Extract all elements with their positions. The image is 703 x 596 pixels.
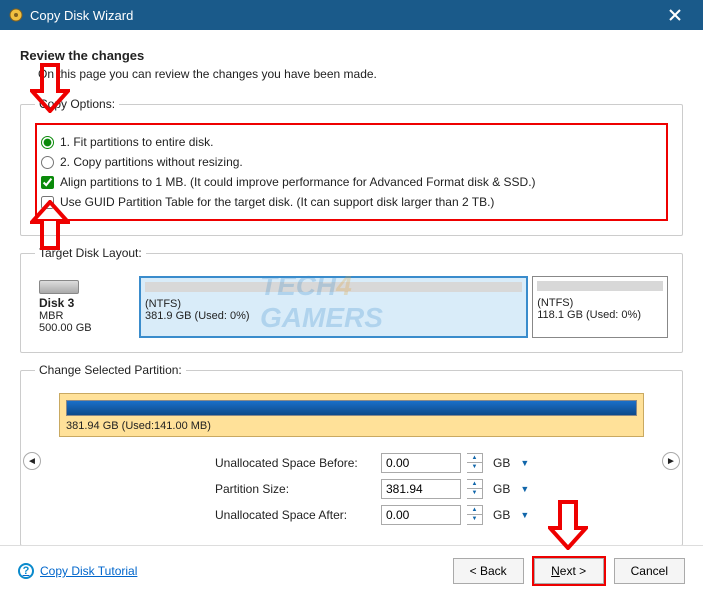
window-title: Copy Disk Wizard: [30, 8, 655, 23]
check-align-1mb-label: Align partitions to 1 MB. (It could impr…: [60, 175, 536, 189]
page-desc: On this page you can review the changes …: [38, 67, 683, 81]
copy-options-group: Copy Options: 1. Fit partitions to entir…: [20, 97, 683, 236]
partition-2-info: 118.1 GB (Used: 0%): [537, 309, 663, 321]
footer: ? Copy Disk Tutorial < Back Next > Cance…: [0, 545, 703, 596]
page-title: Review the changes: [20, 48, 683, 63]
check-align-1mb[interactable]: [41, 176, 54, 189]
help-link-label: Copy Disk Tutorial: [40, 564, 137, 578]
change-partition-legend: Change Selected Partition:: [35, 363, 186, 377]
nav-next-button[interactable]: ►: [662, 452, 680, 470]
radio-fit-entire[interactable]: [41, 136, 54, 149]
partition-size-input[interactable]: [381, 479, 461, 499]
partition-slider-info: 381.94 GB (Used:141.00 MB): [66, 420, 637, 432]
partition-slider[interactable]: 381.94 GB (Used:141.00 MB): [59, 393, 644, 437]
partition-1[interactable]: (NTFS) 381.9 GB (Used: 0%): [139, 276, 528, 338]
partition-2-fs: (NTFS): [537, 297, 663, 309]
disk-icon: [39, 280, 79, 294]
partition-size-label: Partition Size:: [215, 482, 375, 496]
annotation-arrow-up-icon: [30, 200, 70, 250]
unit-label: GB: [493, 456, 510, 470]
disk-size: 500.00 GB: [39, 322, 131, 334]
nav-prev-button[interactable]: ◄: [23, 452, 41, 470]
app-icon: [8, 7, 24, 23]
check-guid-label: Use GUID Partition Table for the target …: [60, 195, 494, 209]
next-button[interactable]: Next >: [534, 558, 604, 584]
close-button[interactable]: [655, 0, 695, 30]
partition-1-info: 381.9 GB (Used: 0%): [145, 310, 522, 322]
partition-size-spinner[interactable]: ▲▼: [467, 479, 483, 499]
space-before-spinner[interactable]: ▲▼: [467, 453, 483, 473]
disk-name: Disk 3: [39, 296, 131, 310]
unit-dropdown-icon[interactable]: ▼: [520, 484, 529, 494]
radio-no-resize-label: 2. Copy partitions without resizing.: [60, 155, 243, 169]
help-icon: ?: [18, 563, 34, 579]
radio-fit-entire-label: 1. Fit partitions to entire disk.: [60, 135, 213, 149]
back-button[interactable]: < Back: [453, 558, 524, 584]
disk-type: MBR: [39, 310, 131, 322]
highlighted-next: Next >: [532, 556, 606, 586]
space-after-input[interactable]: [381, 505, 461, 525]
partition-1-fs: (NTFS): [145, 298, 522, 310]
space-before-input[interactable]: [381, 453, 461, 473]
unit-dropdown-icon[interactable]: ▼: [520, 458, 529, 468]
partition-2[interactable]: (NTFS) 118.1 GB (Used: 0%): [532, 276, 668, 338]
help-link[interactable]: ? Copy Disk Tutorial: [18, 563, 137, 579]
radio-no-resize[interactable]: [41, 156, 54, 169]
titlebar: Copy Disk Wizard: [0, 0, 703, 30]
unit-label: GB: [493, 482, 510, 496]
cancel-button[interactable]: Cancel: [614, 558, 685, 584]
space-after-label: Unallocated Space After:: [215, 508, 375, 522]
space-before-label: Unallocated Space Before:: [215, 456, 375, 470]
disk-info: Disk 3 MBR 500.00 GB: [35, 276, 135, 338]
space-after-spinner[interactable]: ▲▼: [467, 505, 483, 525]
unit-label: GB: [493, 508, 510, 522]
annotation-arrow-down-icon: [548, 500, 588, 550]
annotation-arrow-down-icon: [30, 63, 70, 113]
highlighted-options: 1. Fit partitions to entire disk. 2. Cop…: [35, 123, 668, 221]
unit-dropdown-icon[interactable]: ▼: [520, 510, 529, 520]
target-layout-group: Target Disk Layout: Disk 3 MBR 500.00 GB…: [20, 246, 683, 353]
